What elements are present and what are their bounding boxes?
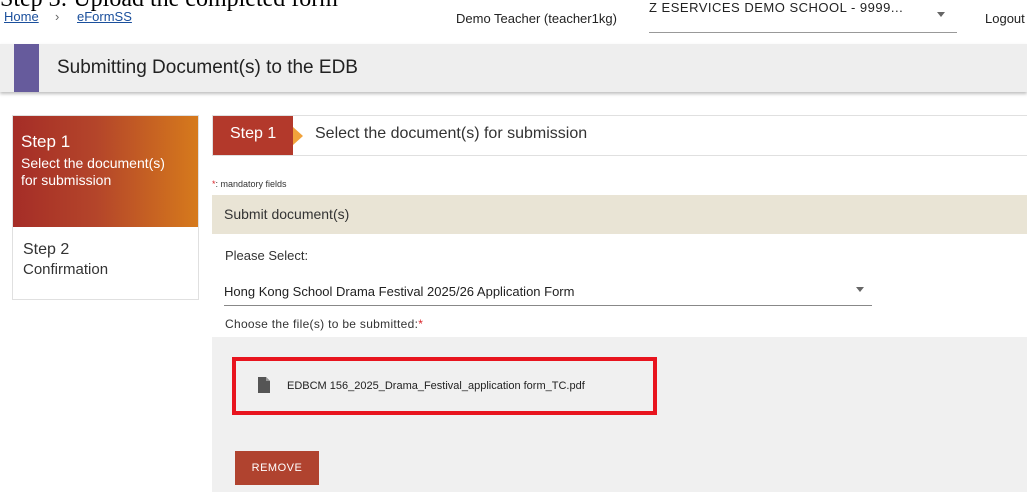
choose-files-label: Choose the file(s) to be submitted:*	[225, 317, 423, 331]
step-2-description: Confirmation	[23, 261, 109, 278]
user-name: Demo Teacher (teacher1kg)	[456, 11, 617, 26]
remove-button[interactable]: REMOVE	[235, 451, 319, 485]
step-header-text: Select the document(s) for submission	[315, 125, 588, 142]
file-icon	[258, 377, 270, 393]
document-select-value: Hong Kong School Drama Festival 2025/26 …	[224, 284, 575, 299]
steps-sidebar: Step 1 Select the document(s) for submis…	[12, 115, 199, 300]
sidebar-step-1[interactable]: Step 1 Select the document(s) for submis…	[13, 116, 198, 227]
choose-files-text: Choose the file(s) to be submitted:	[225, 317, 419, 331]
top-bar: Home › eFormSS Demo Teacher (teacher1kg)…	[0, 0, 1027, 34]
breadcrumb-eformss[interactable]: eFormSS	[77, 9, 132, 24]
page-title: Submitting Document(s) to the EDB	[57, 57, 358, 78]
chevron-down-icon	[937, 12, 945, 17]
file-item-highlight[interactable]: EDBCM 156_2025_Drama_Festival_applicatio…	[232, 357, 657, 415]
mandatory-text: : mandatory fields	[215, 179, 287, 189]
arrow-right-icon	[293, 127, 303, 145]
school-select[interactable]: Z ESERVICES DEMO SCHOOL - 9999...	[649, 0, 957, 33]
step-header: Step 1 Select the document(s) for submis…	[212, 115, 1027, 156]
chevron-down-icon	[856, 287, 864, 292]
step-tag-label: Step 1	[230, 125, 277, 142]
breadcrumb-eformss-link[interactable]: eFormSS	[77, 9, 132, 24]
title-accent	[14, 44, 39, 92]
document-select[interactable]: Hong Kong School Drama Festival 2025/26 …	[224, 276, 872, 306]
step-1-number: Step 1	[21, 132, 71, 151]
step-2-number: Step 2	[23, 241, 70, 258]
step-1-description: Select the document(s) for submission	[21, 155, 165, 188]
logout-link[interactable]: Logout	[985, 11, 1025, 26]
breadcrumb-home-link[interactable]: Home	[4, 9, 39, 24]
required-star: *	[418, 317, 424, 331]
file-name: EDBCM 156_2025_Drama_Festival_applicatio…	[287, 380, 585, 392]
mandatory-note: *: mandatory fields	[212, 179, 287, 189]
page-title-bar: Submitting Document(s) to the EDB	[0, 44, 1027, 92]
please-select-label: Please Select:	[225, 248, 309, 263]
section-title: Submit document(s)	[224, 206, 350, 222]
sidebar-step-2[interactable]: Step 2 Confirmation	[13, 227, 198, 299]
breadcrumb-home[interactable]: Home	[4, 9, 39, 24]
breadcrumb-separator: ›	[55, 9, 60, 24]
section-header: Submit document(s)	[212, 195, 1027, 234]
school-select-value: Z ESERVICES DEMO SCHOOL - 9999...	[649, 0, 904, 15]
step-tag: Step 1	[213, 116, 293, 155]
